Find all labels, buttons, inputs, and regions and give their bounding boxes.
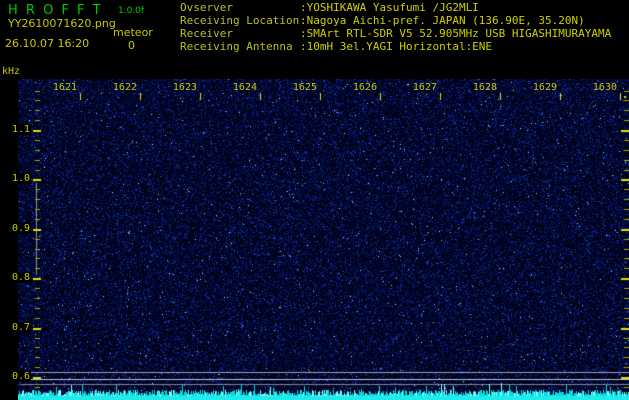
info-row: Ovserver:YOSHIKAWA Yasufumi /JG2MLI [180, 1, 611, 14]
freq-tick-label: 0.9 [1, 223, 31, 234]
info-row: Receiver:SMArt RTL-SDR V5 52.905MHz USB … [180, 27, 611, 40]
freq-tick-label: 0.8 [1, 272, 31, 283]
freq-axis-unit: kHz [2, 66, 20, 77]
time-tick-label: 1625 [290, 82, 317, 93]
meteor-count: 0 [128, 39, 135, 52]
spectrogram-canvas [18, 79, 629, 400]
time-tick-label: 1624 [230, 82, 257, 93]
time-tick-label: 1628 [470, 82, 497, 93]
time-tick-label: 1626 [350, 82, 377, 93]
freq-tick-label: 0.6 [1, 371, 31, 382]
observer-info-block: Ovserver:YOSHIKAWA Yasufumi /JG2MLI Recei… [180, 1, 611, 53]
info-value: :SMArt RTL-SDR V5 52.905MHz USB HIGASHIM… [300, 27, 611, 40]
app-version: 1.0.0f [118, 6, 144, 16]
info-row: Receiving Antenna:10mH 3el.YAGI Horizont… [180, 40, 611, 53]
output-filename: YY2610071620.png [8, 17, 116, 30]
datetime-label: 26.10.07 16:20 [5, 37, 89, 50]
time-tick-label: 1630 [590, 82, 617, 93]
info-value: :10mH 3el.YAGI Horizontal:ENE [300, 40, 492, 53]
freq-tick-label: 1.0 [1, 173, 31, 184]
info-row: Receiving Location:Nagoya Aichi-pref. JA… [180, 14, 611, 27]
hrofft-screen: H R O F F T 1.0.0f YY2610071620.png mete… [0, 0, 629, 400]
time-tick-label: 1623 [170, 82, 197, 93]
mode-label: meteor [113, 26, 153, 39]
freq-tick-label: 1.1 [1, 124, 31, 135]
info-value: :Nagoya Aichi-pref. JAPAN (136.90E, 35.2… [300, 14, 585, 27]
time-tick-label: 1629 [530, 82, 557, 93]
info-value: :YOSHIKAWA Yasufumi /JG2MLI [300, 1, 479, 14]
info-label: Receiving Antenna [180, 40, 300, 53]
freq-tick-label: 0.7 [1, 322, 31, 333]
time-tick-label: 1622 [110, 82, 137, 93]
time-tick-label: 1621 [50, 82, 77, 93]
time-tick-label: 1627 [410, 82, 437, 93]
info-label: Ovserver [180, 1, 300, 14]
app-title: H R O F F T [8, 3, 103, 18]
info-label: Receiver [180, 27, 300, 40]
info-label: Receiving Location [180, 14, 300, 27]
